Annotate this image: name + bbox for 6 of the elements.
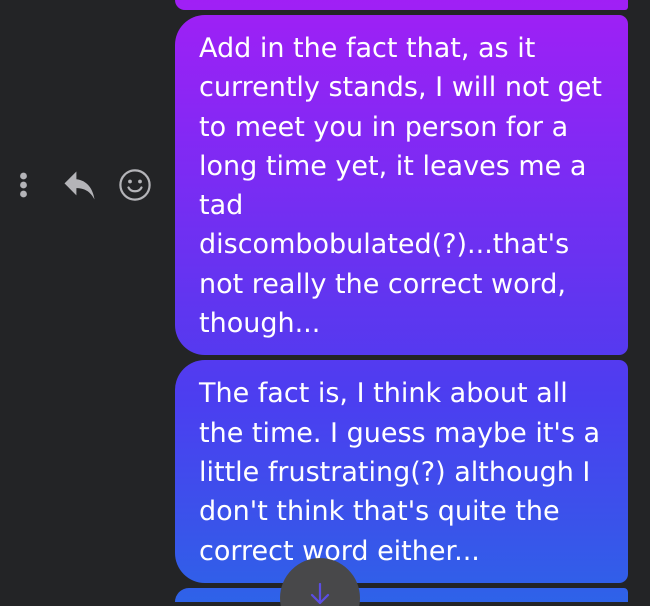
- reply-arrow-icon[interactable]: [64, 170, 95, 200]
- smiley-icon[interactable]: [119, 169, 151, 202]
- message-text: Add in the fact that, as it currently stands, I will not get to meet you in person for a long time yet, it leaves me a tad discombobulated(?)...that's not really the correct word, though...: [199, 32, 603, 342]
- arrow-down-icon: [310, 583, 330, 605]
- message-text: The fact is, I think about all the time. I guess maybe it's a little frustrating(?) although I don't think that's quite the correct word either...: [199, 377, 602, 569]
- more-icon[interactable]: [19, 172, 28, 198]
